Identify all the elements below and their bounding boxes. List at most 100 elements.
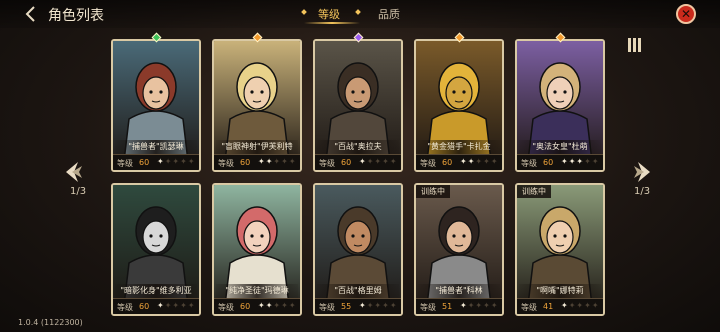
star-icon: ✦ bbox=[157, 157, 165, 166]
character-name: "奥法女皇"杜萌 bbox=[519, 140, 601, 154]
star-icon: ✦ bbox=[258, 157, 266, 166]
level-value: 60 bbox=[139, 302, 150, 311]
level-bar: 等级 41 ✦✦✦✦✦ bbox=[517, 298, 603, 314]
star-icon: ✦ bbox=[382, 301, 390, 310]
level-label: 等级 bbox=[117, 159, 133, 168]
level-value: 51 bbox=[442, 302, 453, 311]
level-label: 等级 bbox=[521, 303, 537, 312]
character-card[interactable]: "百战"格里姆 等级 55 ✦✦✦✦✦ bbox=[313, 183, 403, 316]
character-name: "盲眼神射"伊芙利特 bbox=[216, 140, 298, 154]
next-page-icon[interactable] bbox=[632, 160, 652, 184]
star-icon: ✦ bbox=[374, 157, 383, 166]
training-badge: 训练中 bbox=[517, 185, 551, 198]
star-icon: ✦ bbox=[584, 157, 592, 166]
level-value: 60 bbox=[139, 158, 150, 167]
level-bar: 等级 55 ✦✦✦✦✦ bbox=[315, 298, 401, 314]
level-bar: 等级 60 ✦✦✦✦✦ bbox=[517, 154, 603, 170]
level-label: 等级 bbox=[218, 159, 234, 168]
close-button[interactable]: ✕ bbox=[676, 4, 696, 24]
character-name: "捕兽者"科林 bbox=[418, 284, 500, 298]
star-icon: ✦ bbox=[172, 157, 181, 166]
star-icon: ✦ bbox=[561, 301, 569, 310]
character-name: "暗影化身"维多利亚 bbox=[115, 284, 197, 298]
star-icon: ✦ bbox=[591, 157, 600, 166]
character-card[interactable]: "黄金猎手"卡扎金 等级 60 ✦✦✦✦✦ bbox=[414, 39, 504, 172]
level-bar: 等级 60 ✦✦✦✦✦ bbox=[214, 154, 300, 170]
star-icon: ✦ bbox=[460, 301, 468, 310]
character-card[interactable]: "百战"奥拉夫等级 60 ✦✦✦✦✦ bbox=[313, 39, 403, 172]
star-icon: ✦ bbox=[483, 301, 491, 310]
star-icon: ✦ bbox=[576, 157, 585, 166]
character-card[interactable]: 训练中 "啊嘴"娜特莉等级 41 ✦✦✦✦✦ bbox=[515, 183, 605, 316]
level-label: 等级 bbox=[218, 303, 234, 312]
star-icon: ✦ bbox=[475, 301, 484, 310]
level-value: 60 bbox=[543, 158, 554, 167]
level-bar: 等级 51 ✦✦✦✦✦ bbox=[416, 298, 502, 314]
level-value: 60 bbox=[240, 302, 251, 311]
character-name: "百战"奥拉夫 bbox=[317, 140, 399, 154]
star-icon: ✦ bbox=[382, 157, 390, 166]
character-card[interactable]: "暗影化身"维多利亚等级 60 ✦✦✦✦✦ bbox=[111, 183, 201, 316]
star-icon: ✦ bbox=[281, 157, 289, 166]
level-label: 等级 bbox=[117, 303, 133, 312]
tab-underline bbox=[304, 22, 360, 24]
star-icon: ✦ bbox=[359, 157, 367, 166]
prev-page-icon[interactable] bbox=[64, 160, 84, 184]
character-name: "百战"格里姆 bbox=[317, 284, 399, 298]
star-rating: ✦✦✦✦✦ bbox=[157, 301, 196, 311]
star-icon: ✦ bbox=[187, 301, 196, 310]
level-bar: 等级 60 ✦✦✦✦✦ bbox=[315, 154, 401, 170]
star-icon: ✦ bbox=[475, 157, 484, 166]
star-icon: ✦ bbox=[460, 157, 468, 166]
star-icon: ✦ bbox=[157, 301, 165, 310]
close-icon: ✕ bbox=[680, 7, 692, 21]
level-label: 等级 bbox=[420, 159, 436, 168]
star-rating: ✦✦✦✦✦ bbox=[157, 157, 196, 167]
star-icon: ✦ bbox=[576, 301, 585, 310]
star-rating: ✦✦✦✦✦ bbox=[561, 301, 600, 311]
star-rating: ✦✦✦✦✦ bbox=[258, 301, 297, 311]
star-icon: ✦ bbox=[359, 301, 367, 310]
star-icon: ✦ bbox=[180, 301, 188, 310]
level-value: 60 bbox=[341, 158, 352, 167]
tab-diamond-right-icon bbox=[355, 9, 361, 15]
character-name: "啊嘴"娜特莉 bbox=[519, 284, 601, 298]
level-label: 等级 bbox=[319, 303, 335, 312]
star-icon: ✦ bbox=[389, 157, 398, 166]
star-rating: ✦✦✦✦✦ bbox=[561, 157, 600, 167]
star-icon: ✦ bbox=[288, 301, 297, 310]
star-rating: ✦✦✦✦✦ bbox=[258, 157, 297, 167]
character-card[interactable]: "纯净圣徒"玛德琳等级 60 ✦✦✦✦✦ bbox=[212, 183, 302, 316]
tab-level[interactable]: 等级 bbox=[318, 6, 340, 22]
page-indicator-left: 1/3 bbox=[70, 186, 87, 197]
star-icon: ✦ bbox=[584, 301, 592, 310]
character-card[interactable]: "盲眼神射"伊芙利特等级 60 ✦✦✦✦✦ bbox=[212, 39, 302, 172]
level-bar: 等级 60 ✦✦✦✦✦ bbox=[113, 298, 199, 314]
page-indicator-right: 1/3 bbox=[634, 186, 651, 197]
star-icon: ✦ bbox=[273, 157, 282, 166]
list-view-icon[interactable] bbox=[628, 38, 642, 52]
tab-diamond-left-icon bbox=[301, 9, 307, 15]
level-value: 60 bbox=[240, 158, 251, 167]
back-arrow-icon[interactable] bbox=[22, 5, 40, 23]
character-card[interactable]: "奥法女皇"杜萌 等级 60 ✦✦✦✦✦ bbox=[515, 39, 605, 172]
character-name: "纯净圣徒"玛德琳 bbox=[216, 284, 298, 298]
character-card[interactable]: 训练中 "捕兽者"科林 等级 51 ✦✦✦✦✦ bbox=[414, 183, 504, 316]
tab-bar: 等级 品质 bbox=[300, 6, 420, 24]
character-card[interactable]: "捕兽者"凯瑟琳 等级 60 ✦✦✦✦✦ bbox=[111, 39, 201, 172]
tab-quality[interactable]: 品质 bbox=[378, 6, 400, 22]
level-value: 60 bbox=[442, 158, 453, 167]
character-name: "黄金猎手"卡扎金 bbox=[418, 140, 500, 154]
level-value: 41 bbox=[543, 302, 554, 311]
star-icon: ✦ bbox=[281, 301, 289, 310]
star-rating: ✦✦✦✦✦ bbox=[460, 301, 499, 311]
star-icon: ✦ bbox=[483, 157, 491, 166]
character-name: "捕兽者"凯瑟琳 bbox=[115, 140, 197, 154]
star-icon: ✦ bbox=[288, 157, 297, 166]
level-bar: 等级 60 ✦✦✦✦✦ bbox=[214, 298, 300, 314]
star-icon: ✦ bbox=[591, 301, 600, 310]
level-label: 等级 bbox=[319, 159, 335, 168]
star-icon: ✦ bbox=[187, 157, 196, 166]
star-rating: ✦✦✦✦✦ bbox=[359, 157, 398, 167]
star-icon: ✦ bbox=[389, 301, 398, 310]
